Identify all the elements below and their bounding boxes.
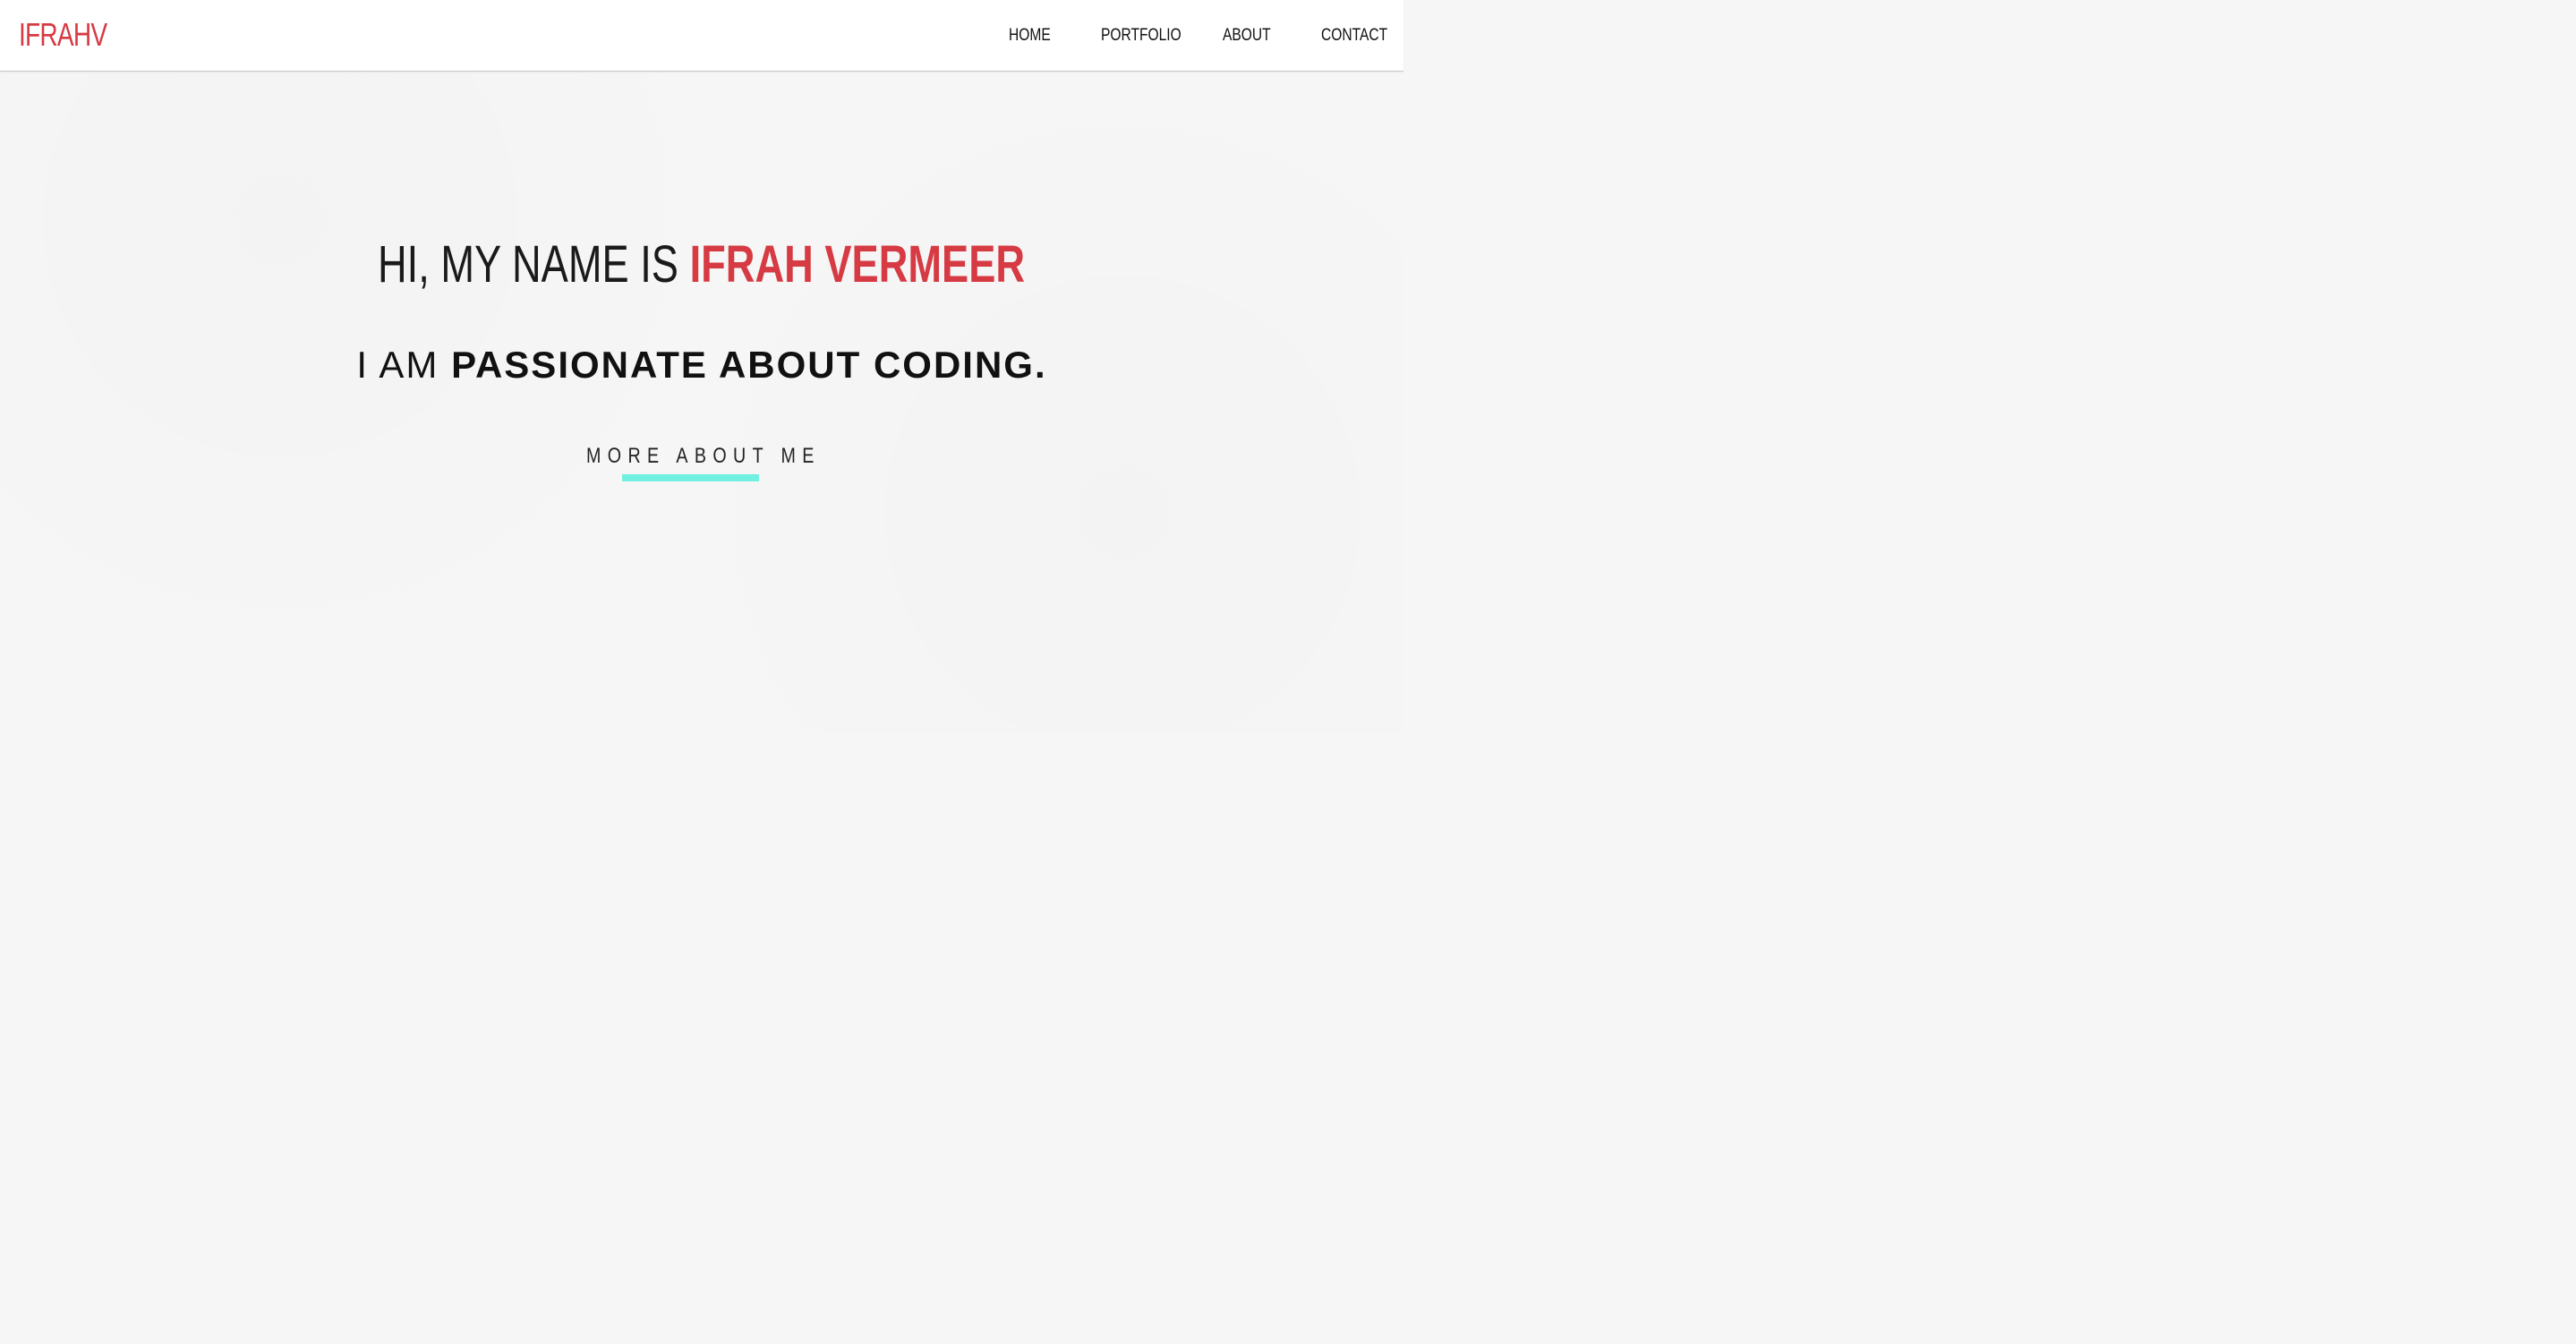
site-logo[interactable]: IFRAHV xyxy=(19,16,107,54)
hero-name: IFRAH VERMEER xyxy=(690,235,1026,293)
cta-underline xyxy=(622,474,759,481)
hero-heading-inner: HI, MY NAME IS IFRAH VERMEER xyxy=(378,235,1025,294)
hero-heading: HI, MY NAME IS IFRAH VERMEER xyxy=(0,235,1403,294)
page: IFRAHV HOME PORTFOLIO ABOUT CONTACT HI, … xyxy=(0,0,1403,733)
nav-portfolio-link[interactable]: PORTFOLIO xyxy=(1101,26,1181,46)
nav-home-link[interactable]: HOME xyxy=(1009,26,1051,46)
hero-sub-prefix: I AM xyxy=(356,344,452,386)
nav-contact-link[interactable]: CONTACT xyxy=(1321,26,1387,46)
more-about-me-label: MORE ABOUT ME xyxy=(586,444,821,468)
hero-greeting: HI, MY NAME IS xyxy=(378,235,691,293)
nav-about-link[interactable]: ABOUT xyxy=(1223,26,1271,46)
hero-sub-emphasis: PASSIONATE ABOUT CODING. xyxy=(451,344,1047,386)
top-navbar: IFRAHV HOME PORTFOLIO ABOUT CONTACT xyxy=(0,0,1403,72)
hero-subheading: I AM PASSIONATE ABOUT CODING. xyxy=(0,344,1403,387)
more-about-me-button[interactable]: MORE ABOUT ME xyxy=(586,443,817,482)
